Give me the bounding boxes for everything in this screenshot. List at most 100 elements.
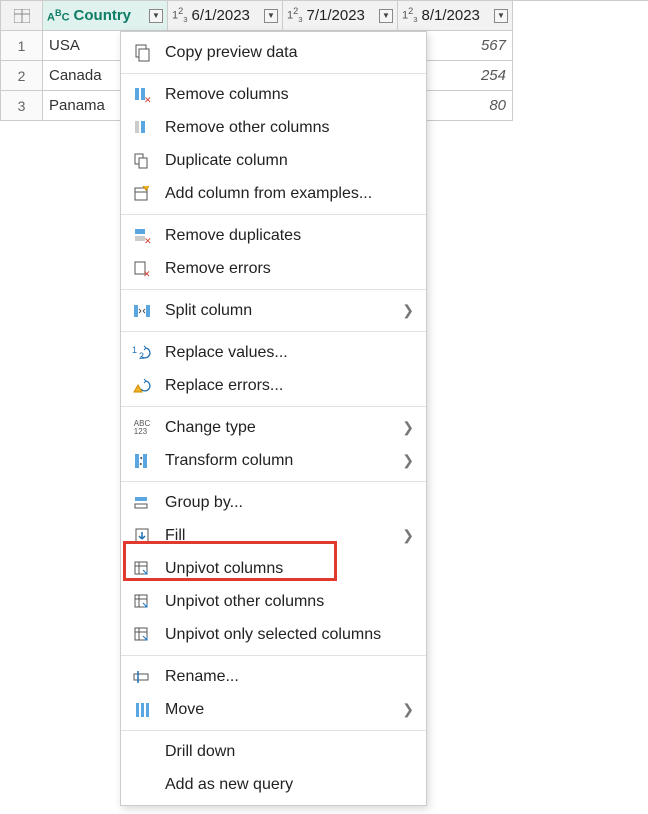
menu-group-by[interactable]: Group by... xyxy=(121,486,426,519)
menu-label: Split column xyxy=(165,302,402,320)
rename-icon xyxy=(131,666,153,688)
column-header-date-2[interactable]: 123 7/1/2023 ▼ xyxy=(283,1,398,31)
menu-separator xyxy=(121,214,426,215)
svg-text:✕: ✕ xyxy=(144,95,151,104)
menu-remove-errors[interactable]: ✕ Remove errors xyxy=(121,252,426,285)
filter-dropdown-button[interactable]: ▼ xyxy=(494,9,508,23)
menu-label: Remove errors xyxy=(165,260,414,278)
row-number[interactable]: 1 xyxy=(1,31,43,61)
row-number[interactable]: 2 xyxy=(1,61,43,91)
column-header-date-1[interactable]: 123 6/1/2023 ▼ xyxy=(168,1,283,31)
unpivot-selected-columns-icon xyxy=(131,624,153,646)
chevron-right-icon: ❯ xyxy=(402,527,414,544)
menu-unpivot-other-columns[interactable]: Unpivot other columns xyxy=(121,585,426,618)
menu-label: Group by... xyxy=(165,494,414,512)
column-header-label: 7/1/2023 xyxy=(307,1,376,31)
menu-drill-down[interactable]: Drill down xyxy=(121,735,426,768)
svg-text:✕: ✕ xyxy=(144,236,151,245)
menu-label: Fill xyxy=(165,527,402,545)
type-number-icon: 123 xyxy=(287,1,303,31)
copy-icon xyxy=(131,42,153,64)
move-icon xyxy=(131,699,153,721)
menu-separator xyxy=(121,730,426,731)
menu-label: Replace values... xyxy=(165,344,414,362)
menu-separator xyxy=(121,481,426,482)
filter-dropdown-button[interactable]: ▼ xyxy=(149,9,163,23)
add-from-examples-icon xyxy=(131,183,153,205)
svg-text:✕: ✕ xyxy=(143,269,151,278)
menu-label: Copy preview data xyxy=(165,44,414,62)
menu-label: Remove columns xyxy=(165,86,414,104)
chevron-right-icon: ❯ xyxy=(402,701,414,718)
menu-split-column[interactable]: Split column ❯ xyxy=(121,294,426,327)
menu-label: Add column from examples... xyxy=(165,185,414,203)
menu-duplicate-column[interactable]: Duplicate column xyxy=(121,144,426,177)
menu-move[interactable]: Move ❯ xyxy=(121,693,426,726)
menu-separator xyxy=(121,406,426,407)
duplicate-icon xyxy=(131,150,153,172)
menu-replace-errors[interactable]: Replace errors... xyxy=(121,369,426,402)
split-column-icon xyxy=(131,300,153,322)
filter-dropdown-button[interactable]: ▼ xyxy=(264,9,278,23)
menu-copy-preview-data[interactable]: Copy preview data xyxy=(121,36,426,69)
remove-columns-icon: ✕ xyxy=(131,84,153,106)
column-header-label: 6/1/2023 xyxy=(192,1,261,31)
menu-label: Replace errors... xyxy=(165,377,414,395)
column-context-menu: Copy preview data ✕ Remove columns Remov… xyxy=(120,31,427,806)
menu-label: Unpivot other columns xyxy=(165,593,414,611)
unpivot-columns-icon xyxy=(131,558,153,580)
column-header-date-3[interactable]: 123 8/1/2023 ▼ xyxy=(398,1,513,31)
table-icon xyxy=(14,9,30,23)
menu-remove-other-columns[interactable]: Remove other columns xyxy=(121,111,426,144)
menu-transform-column[interactable]: Transform column ❯ xyxy=(121,444,426,477)
menu-remove-columns[interactable]: ✕ Remove columns xyxy=(121,78,426,111)
menu-separator xyxy=(121,289,426,290)
column-header-country[interactable]: ABC Country ▼ xyxy=(43,1,168,31)
filter-dropdown-button[interactable]: ▼ xyxy=(379,9,393,23)
menu-remove-duplicates[interactable]: ✕ Remove duplicates xyxy=(121,219,426,252)
menu-label: Remove other columns xyxy=(165,119,414,137)
menu-label: Add as new query xyxy=(165,776,414,794)
menu-label: Remove duplicates xyxy=(165,227,414,245)
menu-separator xyxy=(121,655,426,656)
replace-errors-icon xyxy=(131,375,153,397)
remove-errors-icon: ✕ xyxy=(131,258,153,280)
menu-change-type[interactable]: ABC123 Change type ❯ xyxy=(121,411,426,444)
menu-label: Change type xyxy=(165,419,402,437)
menu-unpivot-columns[interactable]: Unpivot columns xyxy=(121,552,426,585)
table-corner[interactable] xyxy=(1,1,43,31)
change-type-icon: ABC123 xyxy=(131,417,153,439)
menu-label: Unpivot columns xyxy=(165,560,414,578)
menu-label: Unpivot only selected columns xyxy=(165,626,414,644)
menu-label: Duplicate column xyxy=(165,152,414,170)
remove-other-columns-icon xyxy=(131,117,153,139)
menu-replace-values[interactable]: 12 Replace values... xyxy=(121,336,426,369)
menu-separator xyxy=(121,73,426,74)
type-text-icon: ABC xyxy=(47,1,70,31)
chevron-right-icon: ❯ xyxy=(402,302,414,319)
menu-label: Move xyxy=(165,701,402,719)
menu-unpivot-only-selected-columns[interactable]: Unpivot only selected columns xyxy=(121,618,426,651)
row-number[interactable]: 3 xyxy=(1,91,43,121)
menu-rename[interactable]: Rename... xyxy=(121,660,426,693)
column-header-label: Country xyxy=(74,1,145,31)
menu-add-column-from-examples[interactable]: Add column from examples... xyxy=(121,177,426,210)
blank-icon xyxy=(131,741,153,763)
menu-fill[interactable]: Fill ❯ xyxy=(121,519,426,552)
menu-add-as-new-query[interactable]: Add as new query xyxy=(121,768,426,801)
unpivot-other-columns-icon xyxy=(131,591,153,613)
chevron-right-icon: ❯ xyxy=(402,452,414,469)
group-by-icon xyxy=(131,492,153,514)
transform-column-icon xyxy=(131,450,153,472)
menu-separator xyxy=(121,331,426,332)
chevron-right-icon: ❯ xyxy=(402,419,414,436)
fill-icon xyxy=(131,525,153,547)
blank-icon xyxy=(131,774,153,796)
type-number-icon: 123 xyxy=(172,1,188,31)
svg-text:1: 1 xyxy=(132,345,137,355)
remove-duplicates-icon: ✕ xyxy=(131,225,153,247)
menu-label: Transform column xyxy=(165,452,402,470)
menu-label: Drill down xyxy=(165,743,414,761)
replace-values-icon: 12 xyxy=(131,342,153,364)
column-header-label: 8/1/2023 xyxy=(422,1,491,31)
